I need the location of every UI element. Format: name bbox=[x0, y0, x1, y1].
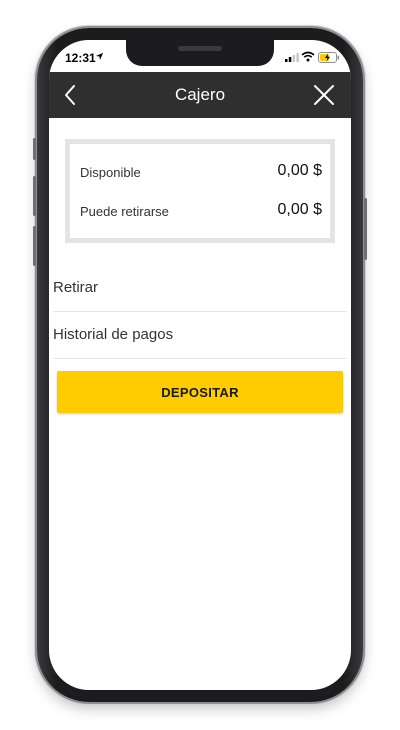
phone-frame: 12:31 Cajero Disponible 0,00 $ Puede ret… bbox=[33, 28, 367, 702]
screen: 12:31 Cajero Disponible 0,00 $ Puede ret… bbox=[49, 40, 351, 690]
chevron-left-icon[interactable] bbox=[63, 84, 77, 106]
page-title: Cajero bbox=[174, 85, 226, 104]
power-button bbox=[364, 198, 367, 260]
balance-card: Disponible 0,00 $ Puede retirarse 0,00 $ bbox=[65, 139, 335, 243]
status-time: 12:31 bbox=[65, 51, 96, 65]
app-header: Cajero bbox=[49, 72, 351, 118]
balance-value: 0,00 $ bbox=[277, 162, 322, 179]
balance-label: Disponible bbox=[80, 165, 141, 180]
menu-item-payment-history[interactable]: Historial de pagos bbox=[53, 312, 347, 359]
menu-item-label: Retirar bbox=[53, 279, 99, 296]
volume-down-button bbox=[33, 226, 36, 266]
signal-icon bbox=[285, 53, 299, 62]
balance-value: 0,00 $ bbox=[277, 201, 322, 218]
balance-row-withdrawable: Puede retirarse 0,00 $ bbox=[80, 201, 322, 223]
menu-item-label: Historial de pagos bbox=[53, 326, 174, 343]
location-arrow-icon bbox=[95, 52, 104, 61]
notch bbox=[126, 40, 274, 66]
close-icon[interactable] bbox=[313, 84, 335, 106]
deposit-button[interactable]: DEPOSITAR bbox=[57, 371, 343, 413]
silent-switch bbox=[33, 138, 36, 160]
menu-item-withdraw[interactable]: Retirar bbox=[53, 265, 347, 312]
battery-charging-icon bbox=[318, 52, 340, 63]
speaker-grille bbox=[178, 46, 222, 51]
balance-label: Puede retirarse bbox=[80, 204, 169, 219]
volume-up-button bbox=[33, 176, 36, 216]
wifi-icon bbox=[301, 51, 315, 62]
balance-row-available: Disponible 0,00 $ bbox=[80, 162, 322, 184]
